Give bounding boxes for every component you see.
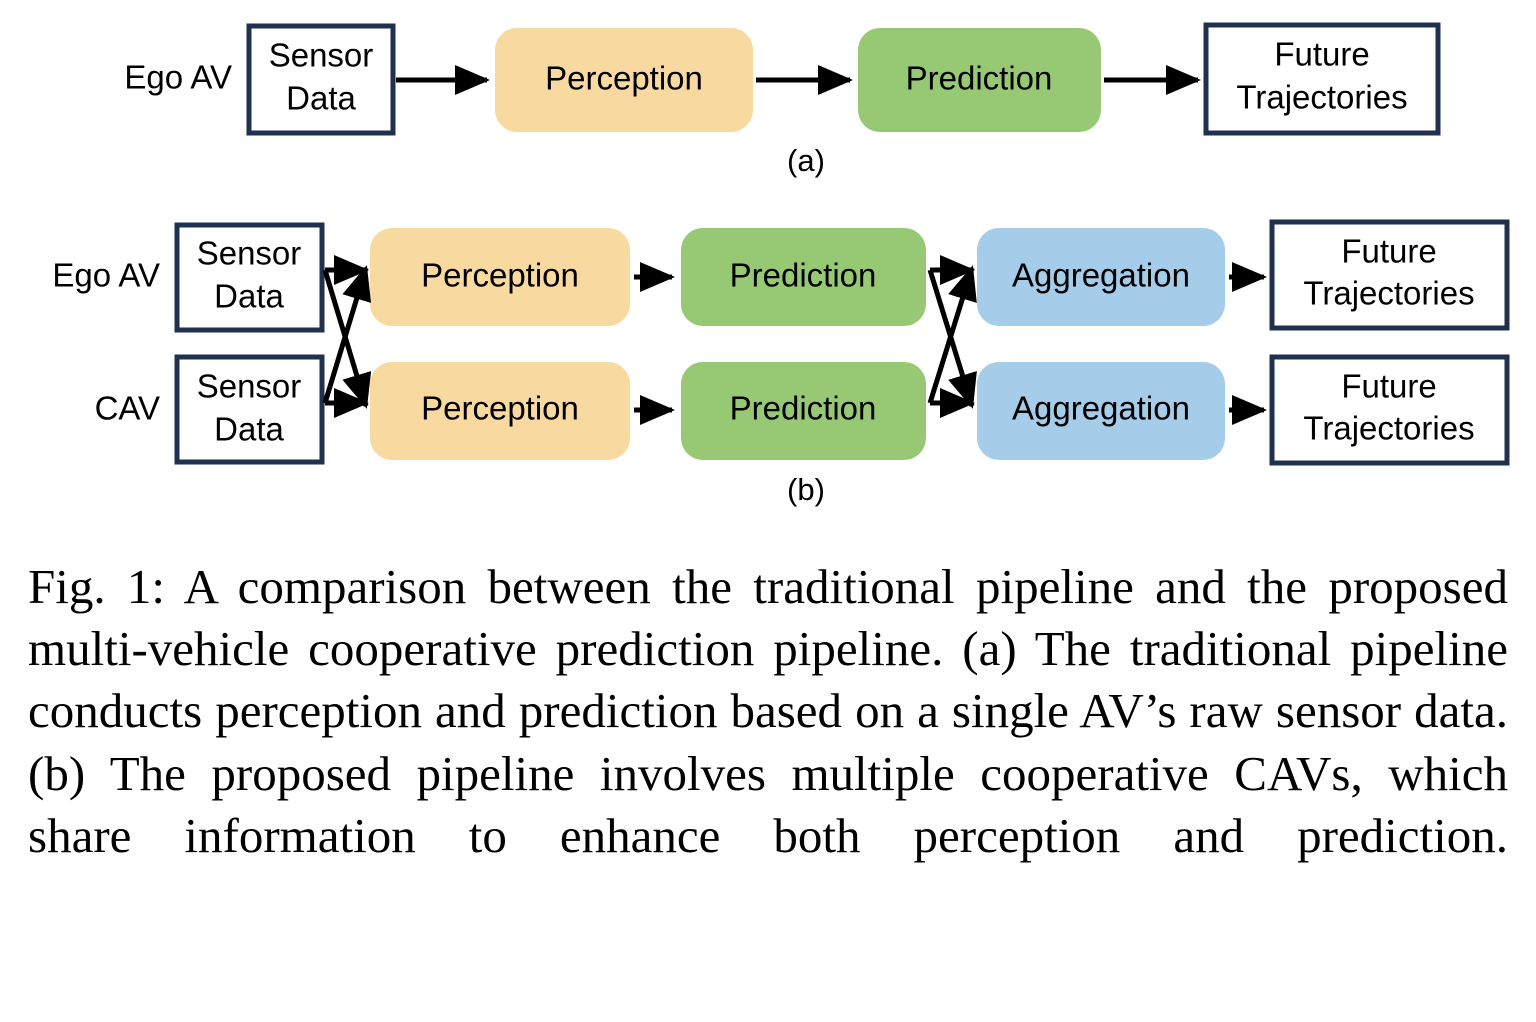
panel-b-cav-node-aggregation: Aggregation [977,362,1225,460]
panel-b-cav-node-sensor-data: Sensor Data [174,354,325,465]
future-trajectories-label-line1: Future [1341,233,1436,270]
aggregation-label: Aggregation [1012,390,1190,427]
panel-b-ego-node-prediction: Prediction [681,228,926,326]
panel-a: Ego AV Sensor Data Perception Prediction [124,22,1441,178]
panel-b-ego-node-perception: Perception [370,228,630,326]
panel-a-node-sensor-data: Sensor Data [246,23,396,136]
sensor-data-label-line2: Data [214,278,284,315]
future-trajectories-label-line2: Trajectories [1236,79,1407,116]
future-trajectories-label-line1: Future [1341,368,1436,405]
panel-b-prediction-to-aggregation-crossing-arrows [927,255,977,418]
figure-root: Ego AV Sensor Data Perception Prediction [0,0,1536,1022]
panel-b-cav-node-future-trajectories: Future Trajectories [1269,354,1510,466]
panel-b-ego-node-aggregation: Aggregation [977,228,1225,326]
panel-a-label: (a) [787,143,825,178]
aggregation-label: Aggregation [1012,257,1190,294]
sensor-data-label-line1: Sensor [269,37,374,74]
prediction-label: Prediction [906,60,1053,97]
panel-a-node-prediction: Prediction [858,28,1101,132]
panel-b-cav-node-prediction: Prediction [681,362,926,460]
future-trajectories-label-line1: Future [1274,36,1369,73]
future-trajectories-label-line2: Trajectories [1303,410,1474,447]
perception-label: Perception [421,390,579,427]
panel-b: Ego AV Sensor Data Perception Prediction… [52,219,1510,507]
pipeline-diagram: Ego AV Sensor Data Perception Prediction [52,22,1510,507]
sensor-data-label-line2: Data [286,80,356,117]
panel-b-ego-node-sensor-data: Sensor Data [174,222,325,333]
perception-label: Perception [545,60,703,97]
panel-a-node-future-trajectories: Future Trajectories [1203,22,1441,136]
panel-b-row-label-cav: CAV [95,390,160,427]
panel-b-sensor-to-perception-crossing-arrows [322,255,372,418]
panel-b-ego-node-future-trajectories: Future Trajectories [1269,219,1510,331]
sensor-data-label-line1: Sensor [197,368,302,405]
panel-b-cav-node-perception: Perception [370,362,630,460]
panel-a-row-label-ego-av: Ego AV [124,59,232,96]
panel-a-node-perception: Perception [495,28,753,132]
panel-b-label: (b) [787,472,825,507]
perception-label: Perception [421,257,579,294]
future-trajectories-label-line2: Trajectories [1303,275,1474,312]
prediction-label: Prediction [730,390,877,427]
sensor-data-label-line2: Data [214,411,284,448]
prediction-label: Prediction [730,257,877,294]
figure-caption: Fig. 1: A comparison between the traditi… [28,559,1508,863]
panel-b-row-label-ego-av: Ego AV [52,257,160,294]
sensor-data-label-line1: Sensor [197,235,302,272]
